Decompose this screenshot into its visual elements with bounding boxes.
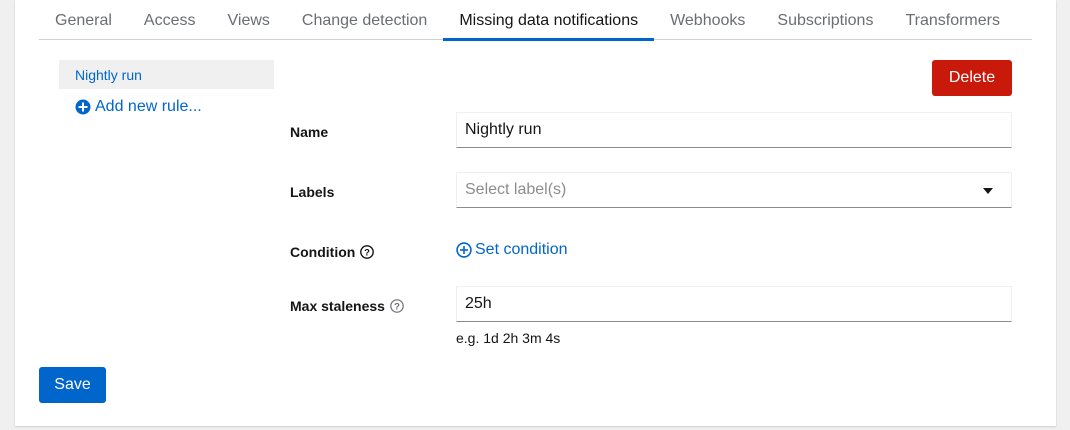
labels-select[interactable]: Select label(s) bbox=[456, 172, 1012, 208]
name-input[interactable]: Nightly run bbox=[456, 112, 1012, 148]
add-rule-label: Add new rule... bbox=[95, 98, 202, 115]
delete-button[interactable]: Delete bbox=[932, 60, 1012, 96]
tab-change-detection[interactable]: Change detection bbox=[286, 0, 443, 40]
tab-general[interactable]: General bbox=[39, 0, 128, 40]
tab-access[interactable]: Access bbox=[128, 0, 212, 40]
add-rule-link[interactable]: Add new rule... bbox=[75, 98, 202, 116]
help-icon[interactable]: ? bbox=[360, 245, 375, 259]
name-label: Name bbox=[290, 124, 328, 140]
tab-missing-data-notifications[interactable]: Missing data notifications bbox=[443, 0, 654, 41]
name-label-text: Name bbox=[290, 124, 329, 140]
labels-label-text: Labels bbox=[290, 184, 335, 200]
tab-subscriptions[interactable]: Subscriptions bbox=[761, 0, 889, 40]
tab-views[interactable]: Views bbox=[212, 0, 286, 40]
svg-text:?: ? bbox=[394, 301, 400, 312]
max-staleness-value: 25h bbox=[465, 295, 492, 312]
tab-webhooks[interactable]: Webhooks bbox=[654, 0, 761, 40]
rule-item-nightly-run[interactable]: Nightly run bbox=[59, 60, 274, 89]
staleness-label-text: Max staleness bbox=[290, 298, 385, 314]
tab-bar: General Access Views Change detection Mi… bbox=[39, 0, 1032, 41]
condition-label: Condition ? bbox=[290, 244, 375, 260]
rules-list: Nightly run bbox=[59, 60, 274, 89]
set-condition-label: Set condition bbox=[475, 241, 568, 258]
staleness-helper-text: e.g. 1d 2h 3m 4s bbox=[456, 330, 561, 346]
name-input-value: Nightly run bbox=[465, 121, 542, 138]
max-staleness-input[interactable]: 25h bbox=[456, 286, 1012, 322]
svg-text:?: ? bbox=[364, 247, 370, 258]
save-button[interactable]: Save bbox=[39, 367, 106, 403]
labels-label: Labels bbox=[290, 184, 334, 200]
caret-down-icon bbox=[983, 188, 993, 194]
staleness-label: Max staleness ? bbox=[290, 298, 404, 314]
labels-select-placeholder: Select label(s) bbox=[465, 181, 567, 198]
plus-circle-outline-icon bbox=[456, 242, 472, 258]
set-condition-link[interactable]: Set condition bbox=[456, 241, 568, 259]
help-icon[interactable]: ? bbox=[390, 299, 404, 313]
tab-transformers[interactable]: Transformers bbox=[889, 0, 1016, 40]
plus-circle-icon bbox=[75, 99, 91, 115]
condition-label-text: Condition bbox=[290, 244, 356, 260]
